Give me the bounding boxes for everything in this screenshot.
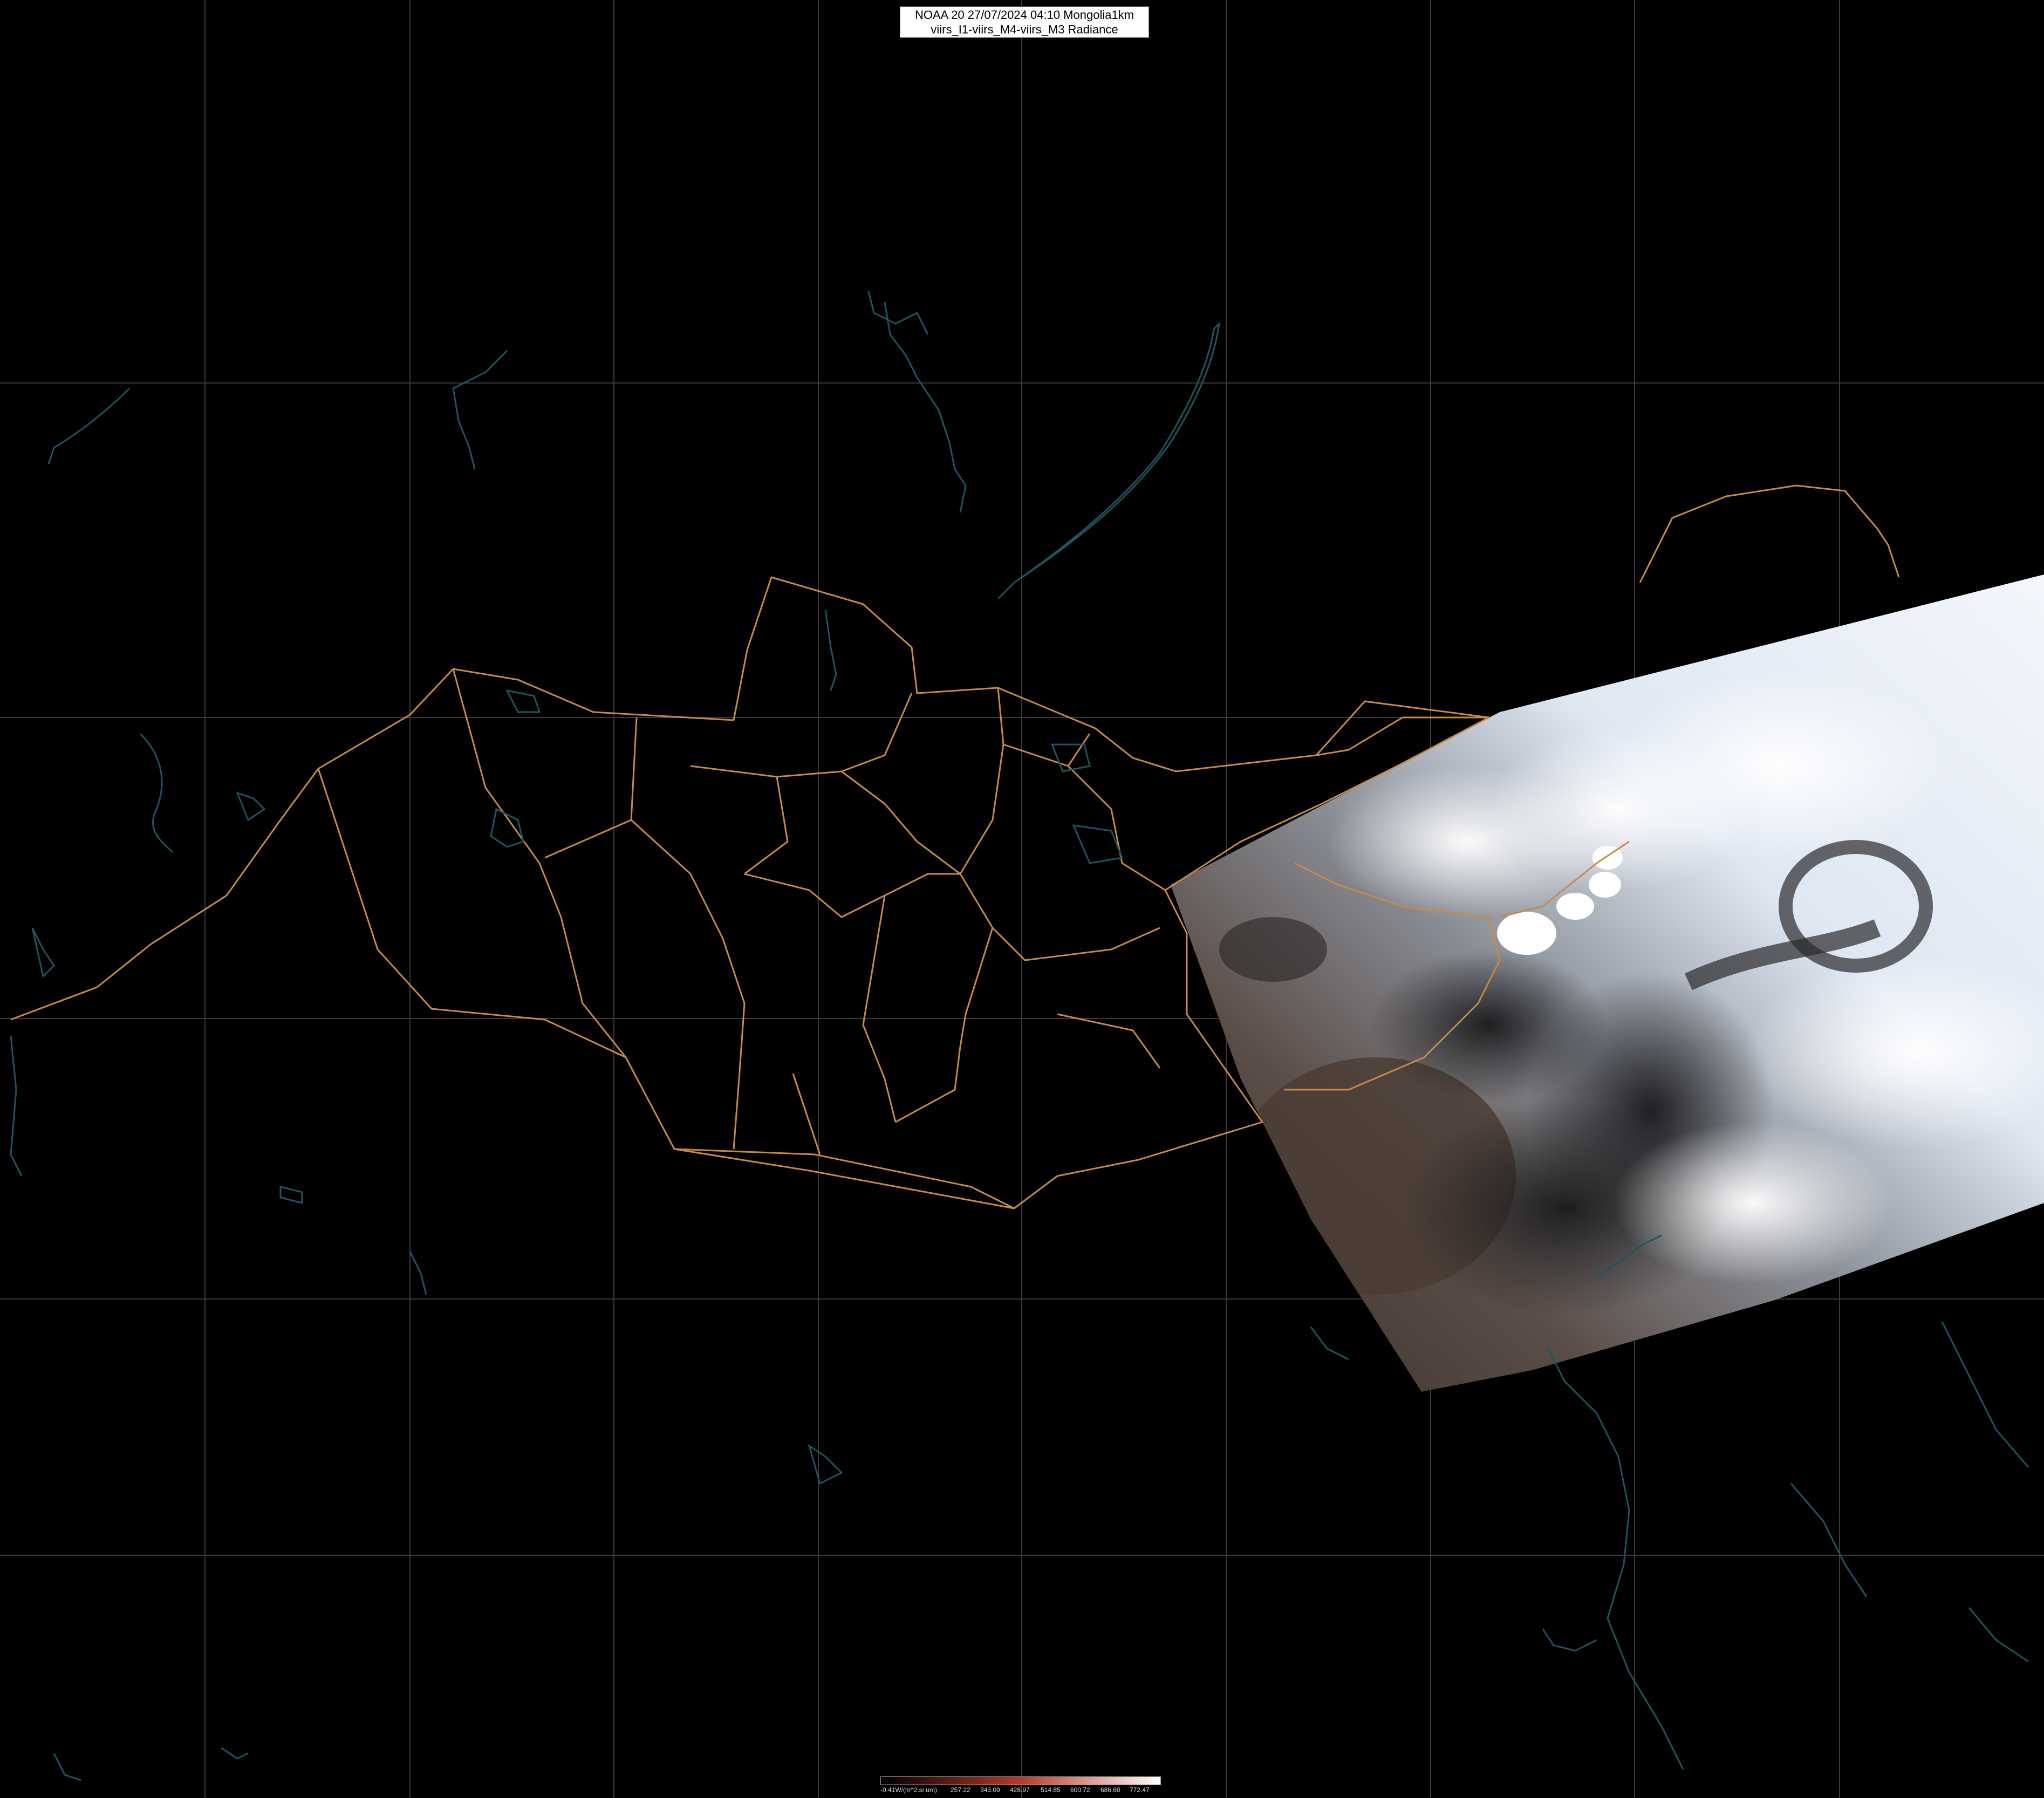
legend-tick: 772.47 — [1130, 1786, 1150, 1794]
legend-tick: 600.72 — [1070, 1786, 1090, 1794]
title-line-2: viirs_I1-viirs_M4-viirs_M3 Radiance — [931, 23, 1118, 36]
legend-unit-label: -0.41W/(m^2.sr.um) — [880, 1786, 937, 1794]
legend-tick: 257.22 — [951, 1786, 970, 1794]
image-title: NOAA 20 27/07/2024 04:10 Mongolia1km vii… — [900, 6, 1149, 38]
legend-tick: 428.97 — [1010, 1786, 1030, 1794]
legend-tick: 514.85 — [1041, 1786, 1061, 1794]
title-line-1: NOAA 20 27/07/2024 04:10 Mongolia1km — [914, 8, 1134, 22]
satellite-swath — [1171, 575, 2044, 1392]
legend-tick: 686.60 — [1100, 1786, 1120, 1794]
lake-baikal — [997, 321, 1221, 600]
color-scale-legend: -0.41W/(m^2.sr.um) 257.22 343.09 428.97 … — [880, 1776, 1161, 1796]
color-scale-bar — [880, 1776, 1161, 1785]
map-canvas — [0, 0, 2044, 1798]
legend-tick: 343.09 — [980, 1786, 1000, 1794]
color-scale-labels: -0.41W/(m^2.sr.um) 257.22 343.09 428.97 … — [880, 1786, 1161, 1795]
china-border-west — [10, 768, 319, 1021]
russia-border-north-east — [1639, 484, 1900, 583]
